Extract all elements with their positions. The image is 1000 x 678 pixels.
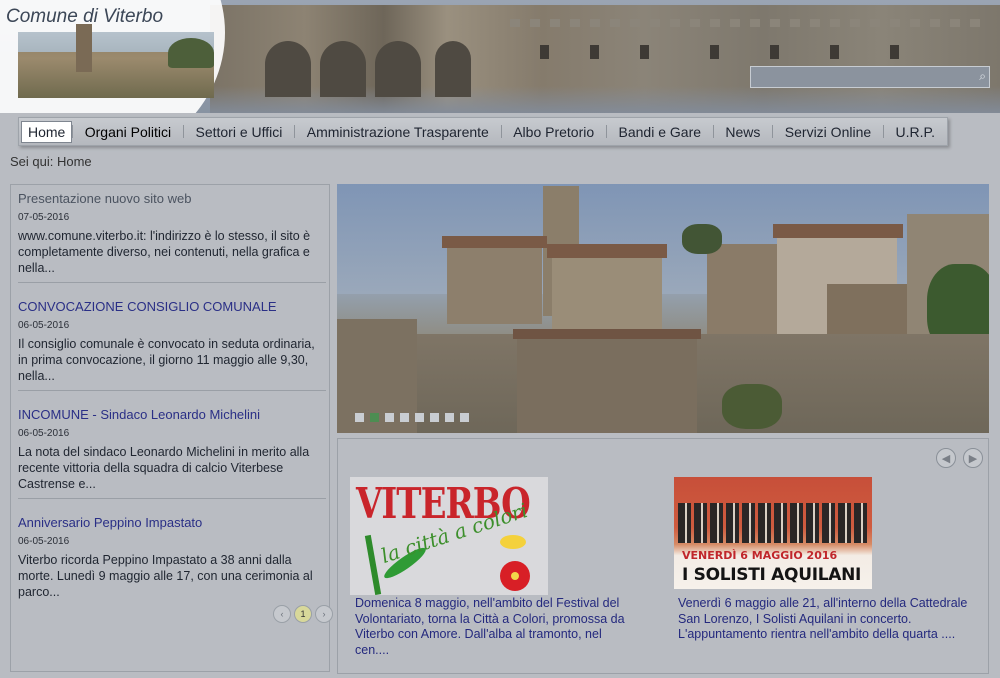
- slide-dot[interactable]: [430, 413, 439, 422]
- nav-item-amministrazione-trasparente[interactable]: Amministrazione Trasparente: [295, 122, 501, 142]
- nav-item-organi-politici[interactable]: Organi Politici: [73, 122, 183, 142]
- slideshow-image[interactable]: [337, 184, 989, 433]
- butterfly-icon: [500, 535, 526, 549]
- news-date: 07-05-2016: [18, 212, 70, 223]
- poster-title: I SOLISTI AQUILANI: [682, 565, 862, 585]
- slide-dot[interactable]: [385, 413, 394, 422]
- nav-item-servizi-online[interactable]: Servizi Online: [773, 122, 883, 142]
- festival-poster-image[interactable]: VITERBO la città a colori: [350, 477, 548, 595]
- news-title[interactable]: Anniversario Peppino Impastato: [18, 515, 324, 530]
- news-title[interactable]: Presentazione nuovo sito web: [18, 191, 324, 206]
- search-input[interactable]: ⌕: [750, 66, 990, 88]
- pager-next-button[interactable]: ›: [315, 605, 333, 623]
- featured-item-text[interactable]: Domenica 8 maggio, nell'ambito del Festi…: [355, 596, 635, 658]
- search-icon[interactable]: ⌕: [979, 69, 986, 84]
- carousel-next-button[interactable]: ▶: [963, 448, 983, 468]
- news-excerpt: Viterbo ricorda Peppino Impastato a 38 a…: [18, 553, 313, 599]
- pager-prev-button[interactable]: ‹: [273, 605, 291, 623]
- news-title[interactable]: INCOMUNE - Sindaco Leonardo Michelini: [18, 407, 324, 422]
- news-excerpt: www.comune.viterbo.it: l'indirizzo è lo …: [18, 229, 311, 275]
- poster-date: VENERDÌ 6 MAGGIO 2016: [682, 549, 838, 562]
- header-banner-image: [210, 5, 1000, 113]
- nav-item-home[interactable]: Home: [21, 120, 73, 143]
- divider: [18, 390, 326, 391]
- concert-poster-image[interactable]: VENERDÌ 6 MAGGIO 2016 I SOLISTI AQUILANI: [674, 477, 872, 589]
- news-excerpt: La nota del sindaco Leonardo Michelini i…: [18, 445, 310, 491]
- news-item: Presentazione nuovo sito web 07-05-2016 …: [18, 191, 324, 276]
- news-item: Anniversario Peppino Impastato 06-05-201…: [18, 515, 324, 600]
- main-navigation: Home Organi Politici Settori e Uffici Am…: [18, 117, 948, 146]
- slide-dot[interactable]: [400, 413, 409, 422]
- news-item: CONVOCAZIONE CONSIGLIO COMUNALE 06-05-20…: [18, 299, 324, 384]
- slide-dot[interactable]: [460, 413, 469, 422]
- featured-item-text[interactable]: Venerdì 6 maggio alle 21, all'interno de…: [678, 596, 973, 643]
- nav-item-bandi-gare[interactable]: Bandi e Gare: [607, 122, 714, 142]
- pager-page-button[interactable]: 1: [294, 605, 312, 623]
- divider: [18, 282, 326, 283]
- flower-icon: [500, 561, 530, 591]
- news-title[interactable]: CONVOCAZIONE CONSIGLIO COMUNALE: [18, 299, 324, 314]
- news-item: INCOMUNE - Sindaco Leonardo Michelini 06…: [18, 407, 324, 492]
- nav-item-urp[interactable]: U.R.P.: [884, 122, 947, 142]
- city-panorama-image: [18, 24, 214, 98]
- news-date: 06-05-2016: [18, 536, 70, 547]
- news-excerpt: Il consiglio comunale è convocato in sed…: [18, 337, 315, 383]
- news-date: 06-05-2016: [18, 428, 70, 439]
- orchestra-photo: [678, 503, 868, 543]
- slide-dot[interactable]: [355, 413, 364, 422]
- nav-item-albo-pretorio[interactable]: Albo Pretorio: [501, 122, 606, 142]
- site-title[interactable]: Comune di Viterbo: [6, 6, 163, 28]
- site-header: Comune di Viterbo ⌕: [0, 0, 1000, 113]
- news-date: 06-05-2016: [18, 320, 70, 331]
- divider: [18, 498, 326, 499]
- carousel-prev-button[interactable]: ◀: [936, 448, 956, 468]
- slide-dot-active[interactable]: [370, 413, 379, 422]
- breadcrumb: Sei qui: Home: [10, 154, 92, 169]
- slide-dot[interactable]: [445, 413, 454, 422]
- slide-dot[interactable]: [415, 413, 424, 422]
- nav-item-settori-uffici[interactable]: Settori e Uffici: [183, 122, 294, 142]
- nav-item-news[interactable]: News: [713, 122, 772, 142]
- news-list-panel: Presentazione nuovo sito web 07-05-2016 …: [10, 184, 333, 672]
- slideshow-indicators: [355, 413, 469, 422]
- news-pager: ‹ 1 ›: [273, 605, 333, 623]
